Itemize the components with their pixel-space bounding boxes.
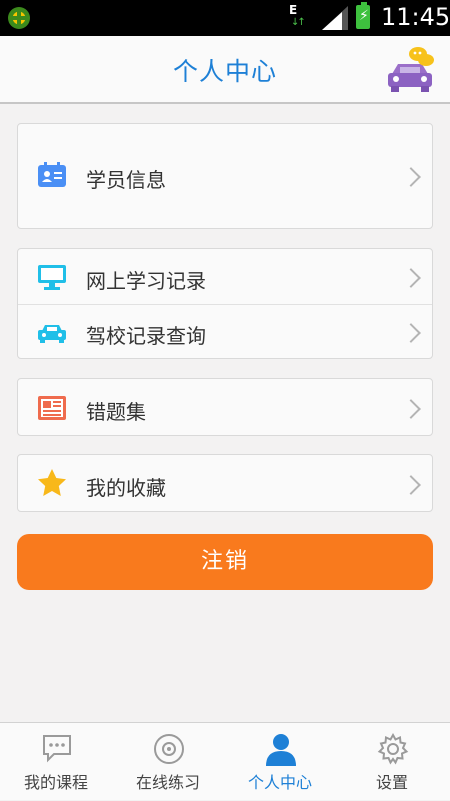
person-icon [266,734,296,766]
signal-strength-icon [322,6,348,30]
tab-online-practice[interactable]: 在线练习 [112,723,224,801]
chat-bubble-icon [43,735,71,763]
tab-label: 在线练习 [135,773,200,792]
chevron-right-icon [401,323,421,343]
chevron-right-icon [401,167,421,187]
newspaper-icon [38,396,66,420]
menu-item-school-record[interactable]: 驾校记录查询 [18,305,432,360]
records-card: 网上学习记录 驾校记录查询 [17,248,433,359]
chevron-right-icon [401,475,421,495]
menu-item-online-study[interactable]: 网上学习记录 [18,249,432,304]
page-title: 个人中心 [172,57,277,86]
chevron-right-icon [401,399,421,419]
car-service-icon[interactable] [384,44,436,96]
student-info-card: 学员信息 [17,123,433,229]
network-type-indicator: E [289,3,298,17]
bottom-tab-bar: 我的课程 在线练习 个人中心 设置 [0,722,450,800]
menu-item-wrong-questions[interactable]: 错题集 [18,379,432,437]
tab-my-courses[interactable]: 我的课程 [0,723,112,801]
battery-icon: ⚡ [356,2,370,29]
header-bar: 个人中心 [0,36,450,104]
monitor-icon [38,265,66,290]
clock: 11:45 [381,3,450,31]
menu-item-student-info[interactable]: 学员信息 [18,124,432,230]
wrong-questions-label: 错题集 [86,400,146,424]
tab-label: 我的课程 [23,773,88,792]
online-study-label: 网上学习记录 [86,269,206,293]
data-activity-icon: ↓↑ [291,17,306,28]
tab-settings[interactable]: 设置 [336,723,448,801]
student-info-label: 学员信息 [86,168,166,192]
menu-item-favorites[interactable]: 我的收藏 [18,455,432,513]
status-bar: E ↓↑ ⚡ 11:45 [0,0,450,36]
app-notification-icon [8,7,30,29]
star-icon [38,469,66,496]
tab-label: 个人中心 [247,773,312,792]
tab-label: 设置 [375,773,408,792]
chevron-right-icon [401,268,421,288]
tab-personal-center[interactable]: 个人中心 [224,723,336,801]
logout-button[interactable]: 注销 [17,534,433,590]
disc-icon [154,734,184,764]
gear-icon [377,732,409,765]
id-card-icon [38,162,66,187]
favorites-label: 我的收藏 [86,476,166,500]
wrong-questions-card: 错题集 [17,378,433,436]
favorites-card: 我的收藏 [17,454,433,512]
school-record-label: 驾校记录查询 [86,324,206,348]
car-icon [38,325,66,343]
